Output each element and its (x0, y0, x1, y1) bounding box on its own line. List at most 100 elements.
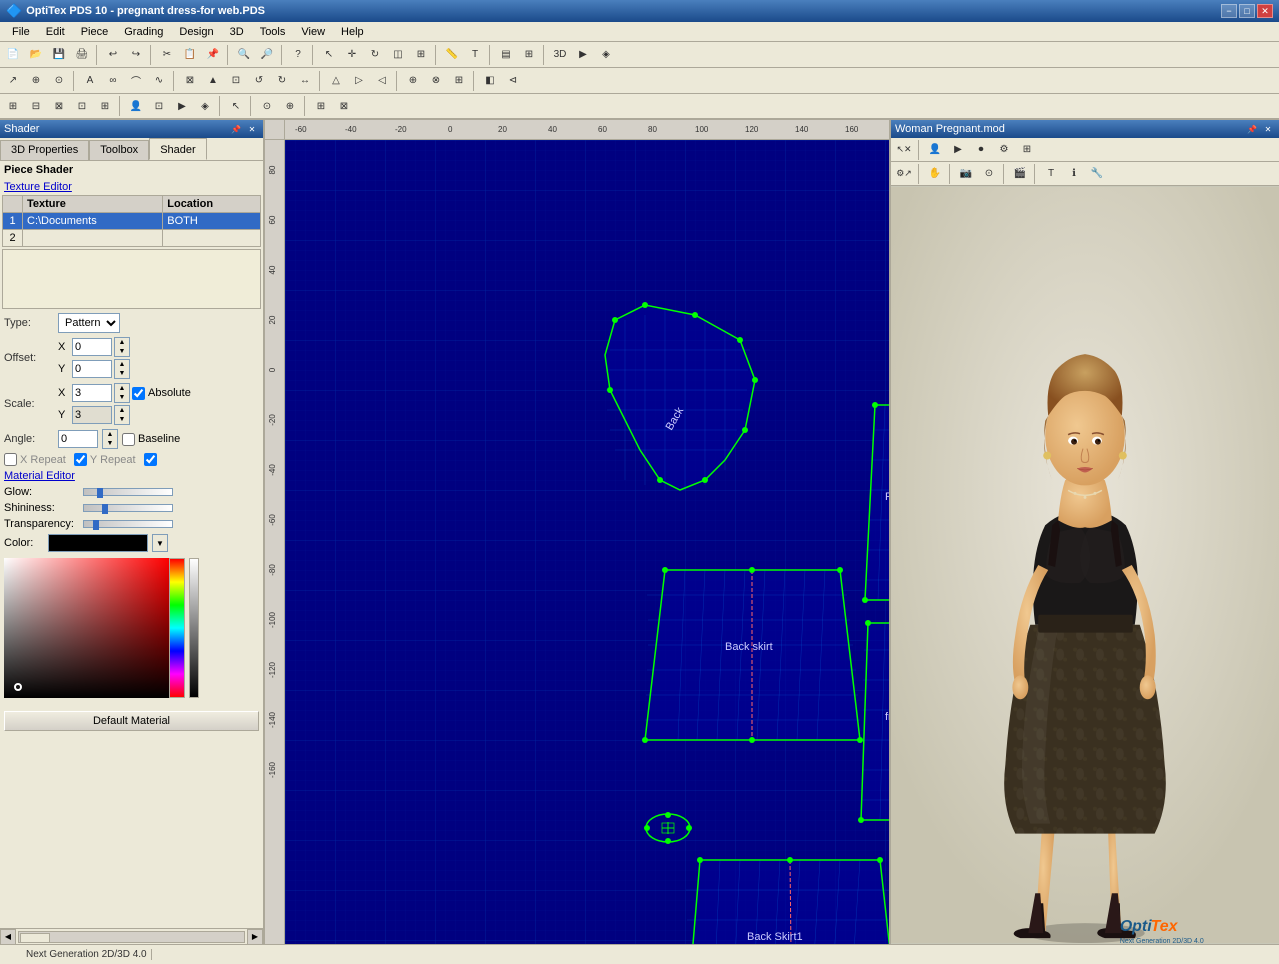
tb3-btn8[interactable]: ▶ (171, 95, 193, 117)
scroll-right-button[interactable]: ▶ (247, 929, 263, 945)
texture-row-2[interactable]: 2 (3, 230, 261, 247)
select-button[interactable]: ↖ (318, 44, 340, 66)
rt2-btn2[interactable]: ✋ (924, 163, 946, 185)
row1-texture[interactable]: C:\Documents (23, 213, 163, 230)
scale-x-down[interactable]: ▼ (115, 393, 129, 402)
texture-row-1[interactable]: 1 C:\Documents BOTH (3, 213, 261, 230)
tb2-btn13[interactable]: ↔ (294, 70, 316, 92)
help-button[interactable]: ? (287, 44, 309, 66)
repeat-extra-checkbox[interactable] (144, 453, 157, 466)
minimize-button[interactable]: − (1221, 4, 1237, 18)
panel-pin-button[interactable]: 📌 (229, 123, 243, 135)
angle-down[interactable]: ▼ (103, 439, 117, 448)
tb2-btn1[interactable]: ↗ (2, 70, 24, 92)
tb2-btn12[interactable]: ↻ (271, 70, 293, 92)
right-panel-pin-button[interactable]: 📌 (1245, 123, 1259, 135)
undo-button[interactable]: ↩ (102, 44, 124, 66)
offset-y-spin[interactable]: ▲ ▼ (114, 359, 130, 379)
align-button[interactable]: ⊞ (518, 44, 540, 66)
tb3-btn10[interactable]: ↖ (225, 95, 247, 117)
transparency-slider[interactable] (83, 520, 173, 528)
offset-y-input[interactable] (72, 360, 112, 378)
tab-toolbox[interactable]: Toolbox (89, 140, 149, 160)
rt-play-button[interactable]: ▶ (947, 139, 969, 161)
menu-tools[interactable]: Tools (252, 24, 294, 40)
tb3-btn4[interactable]: ⊡ (71, 95, 93, 117)
snap-button[interactable]: ⊞ (410, 44, 432, 66)
tb2-btn6[interactable]: ⌒ (125, 70, 147, 92)
paste-button[interactable]: 📌 (202, 44, 224, 66)
menu-file[interactable]: File (4, 24, 38, 40)
cut-button[interactable]: ✂ (156, 44, 178, 66)
row1-location[interactable]: BOTH (163, 213, 261, 230)
tab-3d-properties[interactable]: 3D Properties (0, 140, 89, 160)
default-material-button[interactable]: Default Material (4, 711, 259, 731)
material-editor-link[interactable]: Material Editor (0, 468, 263, 484)
tb2-btn2[interactable]: ⊕ (25, 70, 47, 92)
scale-x-up[interactable]: ▲ (115, 384, 129, 393)
zoom-in-button[interactable]: 🔍 (233, 44, 255, 66)
scroll-track[interactable] (18, 931, 245, 943)
x-repeat-checkbox[interactable] (4, 453, 17, 466)
tb2-btn3[interactable]: ⊙ (48, 70, 70, 92)
tb2-btn9[interactable]: ▲ (202, 70, 224, 92)
text-button[interactable]: T (464, 44, 486, 66)
tb2-btn17[interactable]: ⊕ (402, 70, 424, 92)
offset-y-up[interactable]: ▲ (115, 360, 129, 369)
copy-button[interactable]: 📋 (179, 44, 201, 66)
tb2-btn16[interactable]: ◁ (371, 70, 393, 92)
row2-location[interactable] (163, 230, 261, 247)
mirror-button[interactable]: ◫ (387, 44, 409, 66)
back-skirt-piece[interactable]: Back skirt (642, 567, 863, 743)
rt-grid-button[interactable]: ⊞ (1016, 139, 1038, 161)
scale-y-input[interactable] (72, 406, 112, 424)
rt2-btn7[interactable]: ℹ (1063, 163, 1085, 185)
rotate-button[interactable]: ↻ (364, 44, 386, 66)
offset-x-input[interactable] (72, 338, 112, 356)
tb2-btn14[interactable]: △ (325, 70, 347, 92)
model-viewport[interactable]: Opti Tex Next Generation 2D/3D 4.0 (891, 186, 1279, 944)
tab-shader[interactable]: Shader (149, 138, 206, 160)
print-button[interactable]: 🖨 (71, 44, 93, 66)
tb2-btn15[interactable]: ▷ (348, 70, 370, 92)
tb3-btn9[interactable]: ◈ (194, 95, 216, 117)
tb3-btn2[interactable]: ⊟ (25, 95, 47, 117)
tb2-btn18[interactable]: ⊗ (425, 70, 447, 92)
zoom-out-button[interactable]: 🔎 (256, 44, 278, 66)
render-button[interactable]: ▶ (572, 44, 594, 66)
measure-button[interactable]: 📏 (441, 44, 463, 66)
tb3-btn3[interactable]: ⊠ (48, 95, 70, 117)
maximize-button[interactable]: □ (1239, 4, 1255, 18)
panel-close-button[interactable]: ✕ (245, 123, 259, 135)
tb2-btn21[interactable]: ⊲ (502, 70, 524, 92)
scale-x-spin[interactable]: ▲ ▼ (114, 383, 130, 403)
tb3-btn14[interactable]: ⊠ (333, 95, 355, 117)
scale-y-spin[interactable]: ▲ ▼ (114, 405, 130, 425)
tb2-btn5[interactable]: ∞ (102, 70, 124, 92)
offset-x-spin[interactable]: ▲ ▼ (114, 337, 130, 357)
rt-select-button[interactable]: ↖✕ (893, 139, 915, 161)
tb2-btn19[interactable]: ⊞ (448, 70, 470, 92)
scroll-thumb[interactable] (20, 933, 50, 943)
hue-slider[interactable] (169, 558, 185, 698)
open-button[interactable]: 📂 (25, 44, 47, 66)
rt2-btn5[interactable]: 🎬 (1009, 163, 1031, 185)
angle-up[interactable]: ▲ (103, 430, 117, 439)
glow-slider[interactable] (83, 488, 173, 496)
tb2-btn7[interactable]: ∿ (148, 70, 170, 92)
absolute-checkbox-label[interactable]: Absolute (132, 387, 191, 400)
tb3-btn13[interactable]: ⊞ (310, 95, 332, 117)
left-panel-scrollbar[interactable]: ◀ ▶ (0, 928, 263, 944)
color-gradient[interactable] (4, 558, 169, 698)
offset-y-down[interactable]: ▼ (115, 369, 129, 378)
new-button[interactable]: 📄 (2, 44, 24, 66)
menu-design[interactable]: Design (171, 24, 221, 40)
menu-help[interactable]: Help (333, 24, 372, 40)
menu-piece[interactable]: Piece (73, 24, 117, 40)
angle-spin[interactable]: ▲ ▼ (102, 429, 118, 449)
back-skirt1-piece[interactable]: Back Skirt1 (682, 857, 889, 944)
type-select[interactable]: Pattern (58, 313, 120, 333)
grade-button[interactable]: ▤ (495, 44, 517, 66)
redo-button[interactable]: ↪ (125, 44, 147, 66)
alpha-slider[interactable] (189, 558, 199, 698)
